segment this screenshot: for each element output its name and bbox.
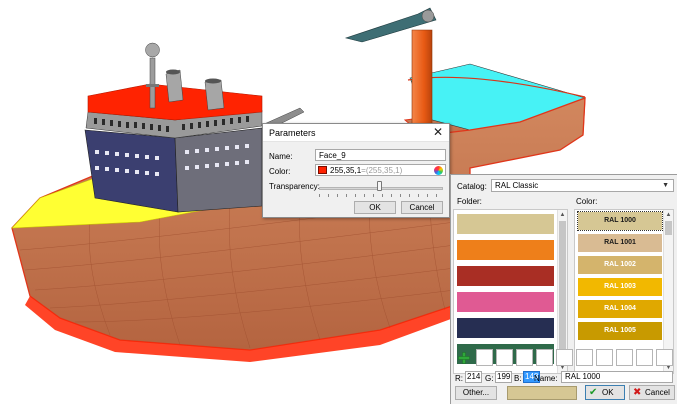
scroll-up-icon[interactable]: ▲ <box>664 210 673 220</box>
r-label: R: <box>455 374 463 383</box>
color-value: 255,35,1 <box>330 166 362 175</box>
custom-color-cell[interactable] <box>636 349 653 366</box>
color-catalog-panel: Catalog: RAL Classic ▼ Folder: Color: ▲ … <box>450 174 677 404</box>
color-value-dim: =(255,35,1) <box>361 166 403 175</box>
catalog-cancel-label: Cancel <box>645 388 670 397</box>
scroll-up-icon[interactable]: ▲ <box>558 210 567 220</box>
catalog-ok-button[interactable]: ✔ OK <box>585 385 625 400</box>
folder-swatch[interactable] <box>457 240 554 260</box>
custom-color-cell[interactable] <box>616 349 633 366</box>
ok-button[interactable]: OK <box>354 201 396 214</box>
folder-swatch[interactable] <box>457 292 554 312</box>
custom-color-cell[interactable] <box>656 349 673 366</box>
close-icon[interactable]: ✕ <box>433 125 443 139</box>
color-list-label: Color: <box>576 197 598 206</box>
custom-color-cell[interactable] <box>596 349 613 366</box>
folder-swatch[interactable] <box>457 318 554 338</box>
catalog-select[interactable]: RAL Classic ▼ <box>491 179 674 192</box>
catalog-label: Catalog: <box>457 182 487 191</box>
folder-swatch[interactable] <box>457 266 554 286</box>
color-label: Color: <box>269 167 291 176</box>
custom-color-cell[interactable] <box>536 349 553 366</box>
folder-label: Folder: <box>457 197 482 206</box>
color-scroll-thumb[interactable] <box>665 221 672 235</box>
crane-pivot <box>421 9 435 23</box>
transparency-label: Transparency: <box>269 182 320 191</box>
folder-swatch[interactable] <box>457 214 554 234</box>
color-swatch-item[interactable]: RAL 1005 <box>578 322 662 340</box>
parameters-titlebar[interactable]: Parameters ✕ <box>263 124 449 142</box>
mast-sphere <box>145 42 160 58</box>
mast-disc <box>146 84 159 87</box>
other-button[interactable]: Other... <box>455 386 497 400</box>
funnel-2-top <box>205 78 221 84</box>
g-label: G: <box>485 374 494 383</box>
color-swatch-item[interactable]: RAL 1001 <box>578 234 662 252</box>
color-swatch-item[interactable]: RAL 1003 <box>578 278 662 296</box>
custom-color-cell[interactable] <box>576 349 593 366</box>
color-wheel-icon[interactable] <box>434 166 443 175</box>
funnel-2 <box>204 79 225 111</box>
catalog-ok-label: OK <box>602 388 614 397</box>
transparency-slider-thumb[interactable] <box>376 181 382 191</box>
color-swatch-item[interactable]: RAL 1002 <box>578 256 662 274</box>
custom-color-cell[interactable] <box>556 349 573 366</box>
funnel-1-top <box>166 69 180 75</box>
catalog-name-label: Name: <box>534 374 558 383</box>
custom-color-cell[interactable] <box>516 349 533 366</box>
color-swatch-icon <box>318 166 327 174</box>
cancel-button[interactable]: Cancel <box>401 201 443 214</box>
chevron-down-icon[interactable]: ▼ <box>662 180 669 191</box>
name-input[interactable]: Face_9 <box>315 149 446 161</box>
catalog-selected-value: RAL Classic <box>495 181 539 190</box>
checkmark-icon: ✔ <box>589 387 598 398</box>
color-swatch-item[interactable]: RAL 1004 <box>578 300 662 318</box>
add-custom-color-icon[interactable] <box>458 352 470 364</box>
mast-pole <box>149 57 156 109</box>
parameters-dialog: Parameters ✕ Name: Face_9 Color: 255,35,… <box>262 123 450 218</box>
folder-scroll-thumb[interactable] <box>559 221 566 356</box>
cancel-x-icon: ✖ <box>633 387 642 398</box>
funnel-1 <box>165 69 184 103</box>
color-preview <box>507 386 577 400</box>
custom-color-cell[interactable] <box>476 349 493 366</box>
name-label: Name: <box>269 152 293 161</box>
g-input[interactable]: 199 <box>495 371 512 383</box>
transparency-ticks <box>319 194 443 197</box>
catalog-cancel-button[interactable]: ✖ Cancel <box>629 385 675 400</box>
parameters-title: Parameters <box>269 128 316 138</box>
catalog-name-input[interactable]: RAL 1000 <box>561 371 673 383</box>
color-field[interactable]: 255,35,1=(255,35,1) <box>315 164 446 176</box>
b-label: B: <box>514 374 522 383</box>
r-input[interactable]: 214 <box>465 371 482 383</box>
color-swatch-item[interactable]: RAL 1000 <box>577 211 663 231</box>
custom-color-cell[interactable] <box>496 349 513 366</box>
